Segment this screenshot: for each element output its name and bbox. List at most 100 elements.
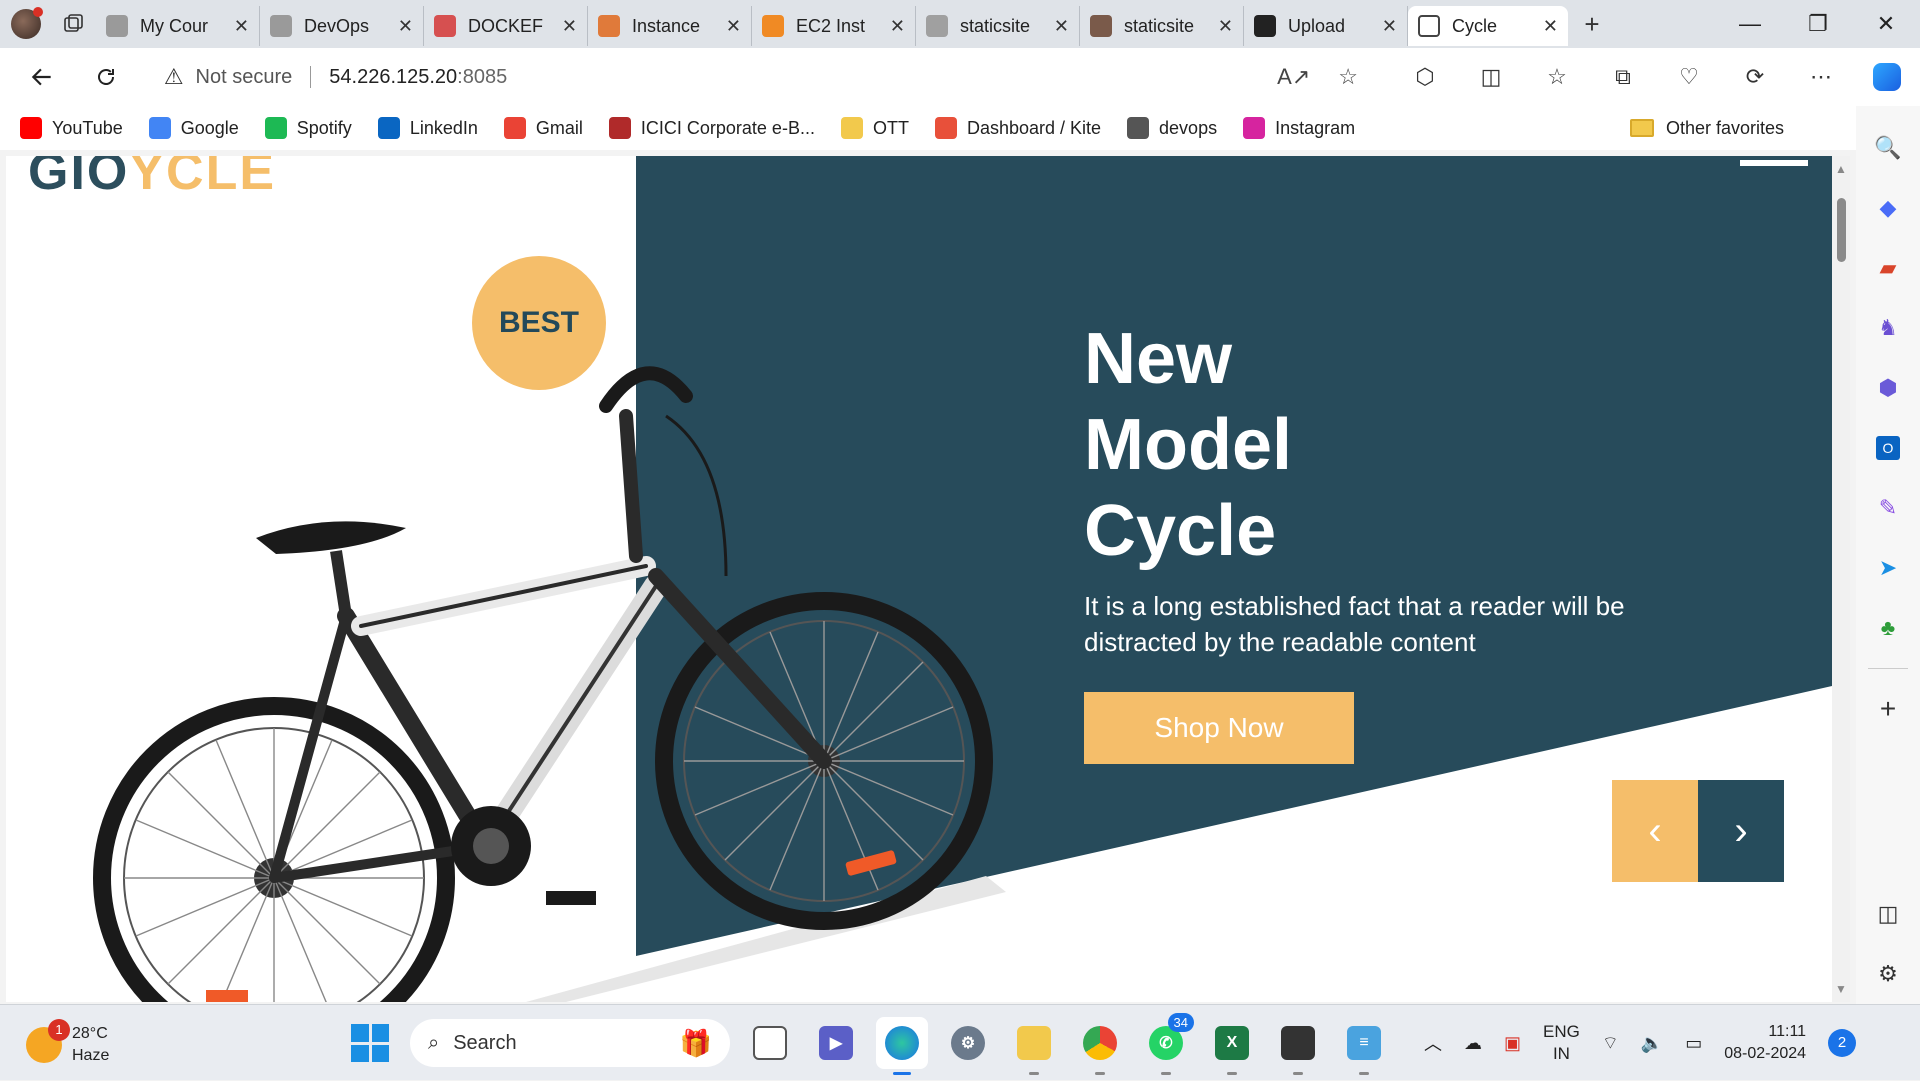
browser-tab[interactable]: DevOps ✕ bbox=[260, 6, 424, 46]
restore-button[interactable]: ❐ bbox=[1784, 0, 1852, 48]
tree-icon[interactable]: ♣ bbox=[1870, 610, 1906, 646]
close-tab-icon[interactable]: ✕ bbox=[562, 16, 577, 37]
add-sidebar-app-icon[interactable]: + bbox=[1870, 691, 1906, 727]
close-tab-icon[interactable]: ✕ bbox=[234, 16, 249, 37]
copilot-icon[interactable] bbox=[1854, 63, 1920, 91]
language-indicator[interactable]: ENG IN bbox=[1543, 1021, 1580, 1065]
edge-button[interactable] bbox=[876, 1017, 928, 1075]
task-view-button[interactable] bbox=[744, 1017, 796, 1069]
sidebar-settings-icon[interactable]: ⚙ bbox=[1870, 956, 1906, 992]
favorites-icon[interactable]: ☆ bbox=[1524, 63, 1590, 91]
url-text[interactable]: 54.226.125.20:8085 bbox=[329, 66, 507, 89]
bookmark-icon bbox=[840, 117, 863, 139]
scroll-up-icon[interactable]: ▲ bbox=[1832, 160, 1850, 178]
performance-icon[interactable]: ⟳ bbox=[1722, 63, 1788, 91]
browser-tab[interactable]: staticsite ✕ bbox=[916, 6, 1080, 46]
hide-sidebar-icon[interactable]: ◫ bbox=[1870, 896, 1906, 932]
chrome-button[interactable] bbox=[1074, 1017, 1126, 1075]
close-tab-icon[interactable]: ✕ bbox=[1382, 16, 1397, 37]
browser-tab[interactable]: Cycle ✕ bbox=[1408, 6, 1568, 46]
close-window-button[interactable]: ✕ bbox=[1852, 0, 1920, 48]
read-aloud-icon[interactable]: A↗ bbox=[1277, 64, 1310, 90]
snipping-tool-button[interactable] bbox=[1272, 1017, 1324, 1075]
wifi-icon[interactable]: ⌔ bbox=[1602, 1032, 1619, 1055]
profile-button[interactable] bbox=[0, 0, 52, 48]
minimize-button[interactable]: — bbox=[1716, 0, 1784, 48]
notification-badge[interactable]: 2 bbox=[1828, 1029, 1857, 1057]
close-tab-icon[interactable]: ✕ bbox=[1543, 16, 1558, 37]
avatar-icon bbox=[106, 15, 128, 37]
bookmark-item[interactable]: ICICI Corporate e-B... bbox=[608, 117, 815, 139]
browser-tab[interactable]: My Cour ✕ bbox=[96, 6, 260, 46]
send-icon[interactable]: ➤ bbox=[1870, 550, 1906, 586]
browser-tab[interactable]: Instance ✕ bbox=[588, 6, 752, 46]
chevron-up-icon[interactable]: ︿ bbox=[1424, 1030, 1442, 1056]
close-tab-icon[interactable]: ✕ bbox=[398, 16, 413, 37]
outlook-icon[interactable]: O bbox=[1870, 430, 1906, 466]
teams-icon: ▶ bbox=[819, 1026, 853, 1060]
weather-widget[interactable]: 1 28°C Haze bbox=[26, 1019, 109, 1067]
close-tab-icon[interactable]: ✕ bbox=[726, 16, 741, 37]
close-tab-icon[interactable]: ✕ bbox=[1054, 16, 1069, 37]
bookmark-item[interactable]: Spotify bbox=[264, 117, 352, 139]
close-tab-icon[interactable]: ✕ bbox=[890, 16, 905, 37]
refresh-button[interactable] bbox=[74, 48, 138, 106]
sidebar-search-icon[interactable]: 🔍 bbox=[1870, 130, 1906, 166]
collections-icon[interactable]: ⧉ bbox=[1590, 63, 1656, 91]
extensions-icon[interactable]: ⬡ bbox=[1392, 63, 1458, 91]
bookmark-item[interactable]: LinkedIn bbox=[377, 117, 478, 139]
headline-line: Cycle bbox=[1084, 491, 1277, 571]
close-tab-icon[interactable]: ✕ bbox=[1218, 16, 1233, 37]
whatsapp-button[interactable]: ✆ 34 bbox=[1140, 1013, 1194, 1075]
battery-icon[interactable]: ▭ bbox=[1685, 1033, 1702, 1054]
browser-tab[interactable]: DOCKEF ✕ bbox=[424, 6, 588, 46]
new-tab-button[interactable]: + bbox=[1572, 4, 1612, 44]
other-favorites-folder[interactable]: Other favorites bbox=[1629, 118, 1784, 139]
scroll-down-icon[interactable]: ▼ bbox=[1832, 980, 1850, 998]
browser-tab[interactable]: staticsite ✕ bbox=[1080, 6, 1244, 46]
m365-icon[interactable]: ⬢ bbox=[1870, 370, 1906, 406]
bookmark-item[interactable]: OTT bbox=[840, 117, 909, 139]
not-secure-label[interactable]: Not secure bbox=[196, 66, 293, 89]
tab-title: staticsite bbox=[1124, 15, 1195, 36]
bookmark-label: Google bbox=[180, 117, 239, 138]
bookmark-item[interactable]: Gmail bbox=[503, 117, 583, 139]
back-button[interactable] bbox=[10, 48, 74, 106]
jenkins-icon bbox=[1090, 15, 1112, 37]
split-screen-icon[interactable]: ◫ bbox=[1458, 63, 1524, 91]
tab-actions-button[interactable] bbox=[52, 0, 96, 48]
bookmark-item[interactable]: Dashboard / Kite bbox=[934, 117, 1101, 139]
browser-tab[interactable]: Upload ✕ bbox=[1244, 6, 1408, 46]
carousel-prev-button[interactable]: ‹ bbox=[1612, 780, 1698, 882]
browser-essentials-icon[interactable]: ♡ bbox=[1656, 63, 1722, 91]
scroll-thumb[interactable] bbox=[1837, 198, 1846, 262]
page-scrollbar[interactable]: ▲ ▼ bbox=[1832, 156, 1850, 1002]
tools-briefcase-icon[interactable]: ▰ bbox=[1870, 250, 1906, 286]
start-button[interactable] bbox=[344, 1017, 396, 1069]
file-explorer-button[interactable] bbox=[1008, 1017, 1060, 1075]
designer-icon[interactable]: ✎ bbox=[1870, 490, 1906, 526]
notepad-button[interactable]: ≡ bbox=[1338, 1017, 1390, 1075]
games-chess-icon[interactable]: ♞ bbox=[1870, 310, 1906, 346]
address-bar[interactable]: ⚠ Not secure 54.226.125.20:8085 A↗ ☆ bbox=[147, 56, 1374, 98]
more-menu-icon[interactable]: ⋯ bbox=[1788, 63, 1854, 91]
browser-tab[interactable]: EC2 Inst ✕ bbox=[752, 6, 916, 46]
carousel-next-button[interactable]: › bbox=[1698, 780, 1784, 882]
shopping-tag-icon[interactable]: ◆ bbox=[1870, 190, 1906, 226]
volume-icon[interactable]: 🔈 bbox=[1641, 1033, 1663, 1054]
teams-button[interactable]: ▶ bbox=[810, 1017, 862, 1069]
bookmark-item[interactable]: YouTube bbox=[20, 117, 123, 139]
clock[interactable]: 11:11 08-02-2024 bbox=[1724, 1021, 1806, 1065]
favorite-star-icon[interactable]: ☆ bbox=[1338, 64, 1358, 90]
excel-button[interactable]: X bbox=[1206, 1017, 1258, 1075]
bookmark-item[interactable]: devops bbox=[1127, 117, 1217, 139]
taskbar-search[interactable]: ⌕ Search 🎁 bbox=[410, 1019, 730, 1067]
settings-button[interactable]: ⚙ bbox=[942, 1017, 994, 1069]
shop-now-button[interactable]: Shop Now bbox=[1084, 692, 1354, 764]
bookmark-item[interactable]: Instagram bbox=[1243, 117, 1355, 139]
bookmark-label: YouTube bbox=[52, 117, 123, 138]
warning-icon[interactable]: ⚠ bbox=[164, 64, 184, 90]
bookmark-item[interactable]: Google bbox=[148, 117, 239, 139]
onedrive-cloud-icon[interactable]: ☁ bbox=[1464, 1033, 1482, 1054]
security-icon[interactable]: ▣ bbox=[1504, 1033, 1521, 1054]
